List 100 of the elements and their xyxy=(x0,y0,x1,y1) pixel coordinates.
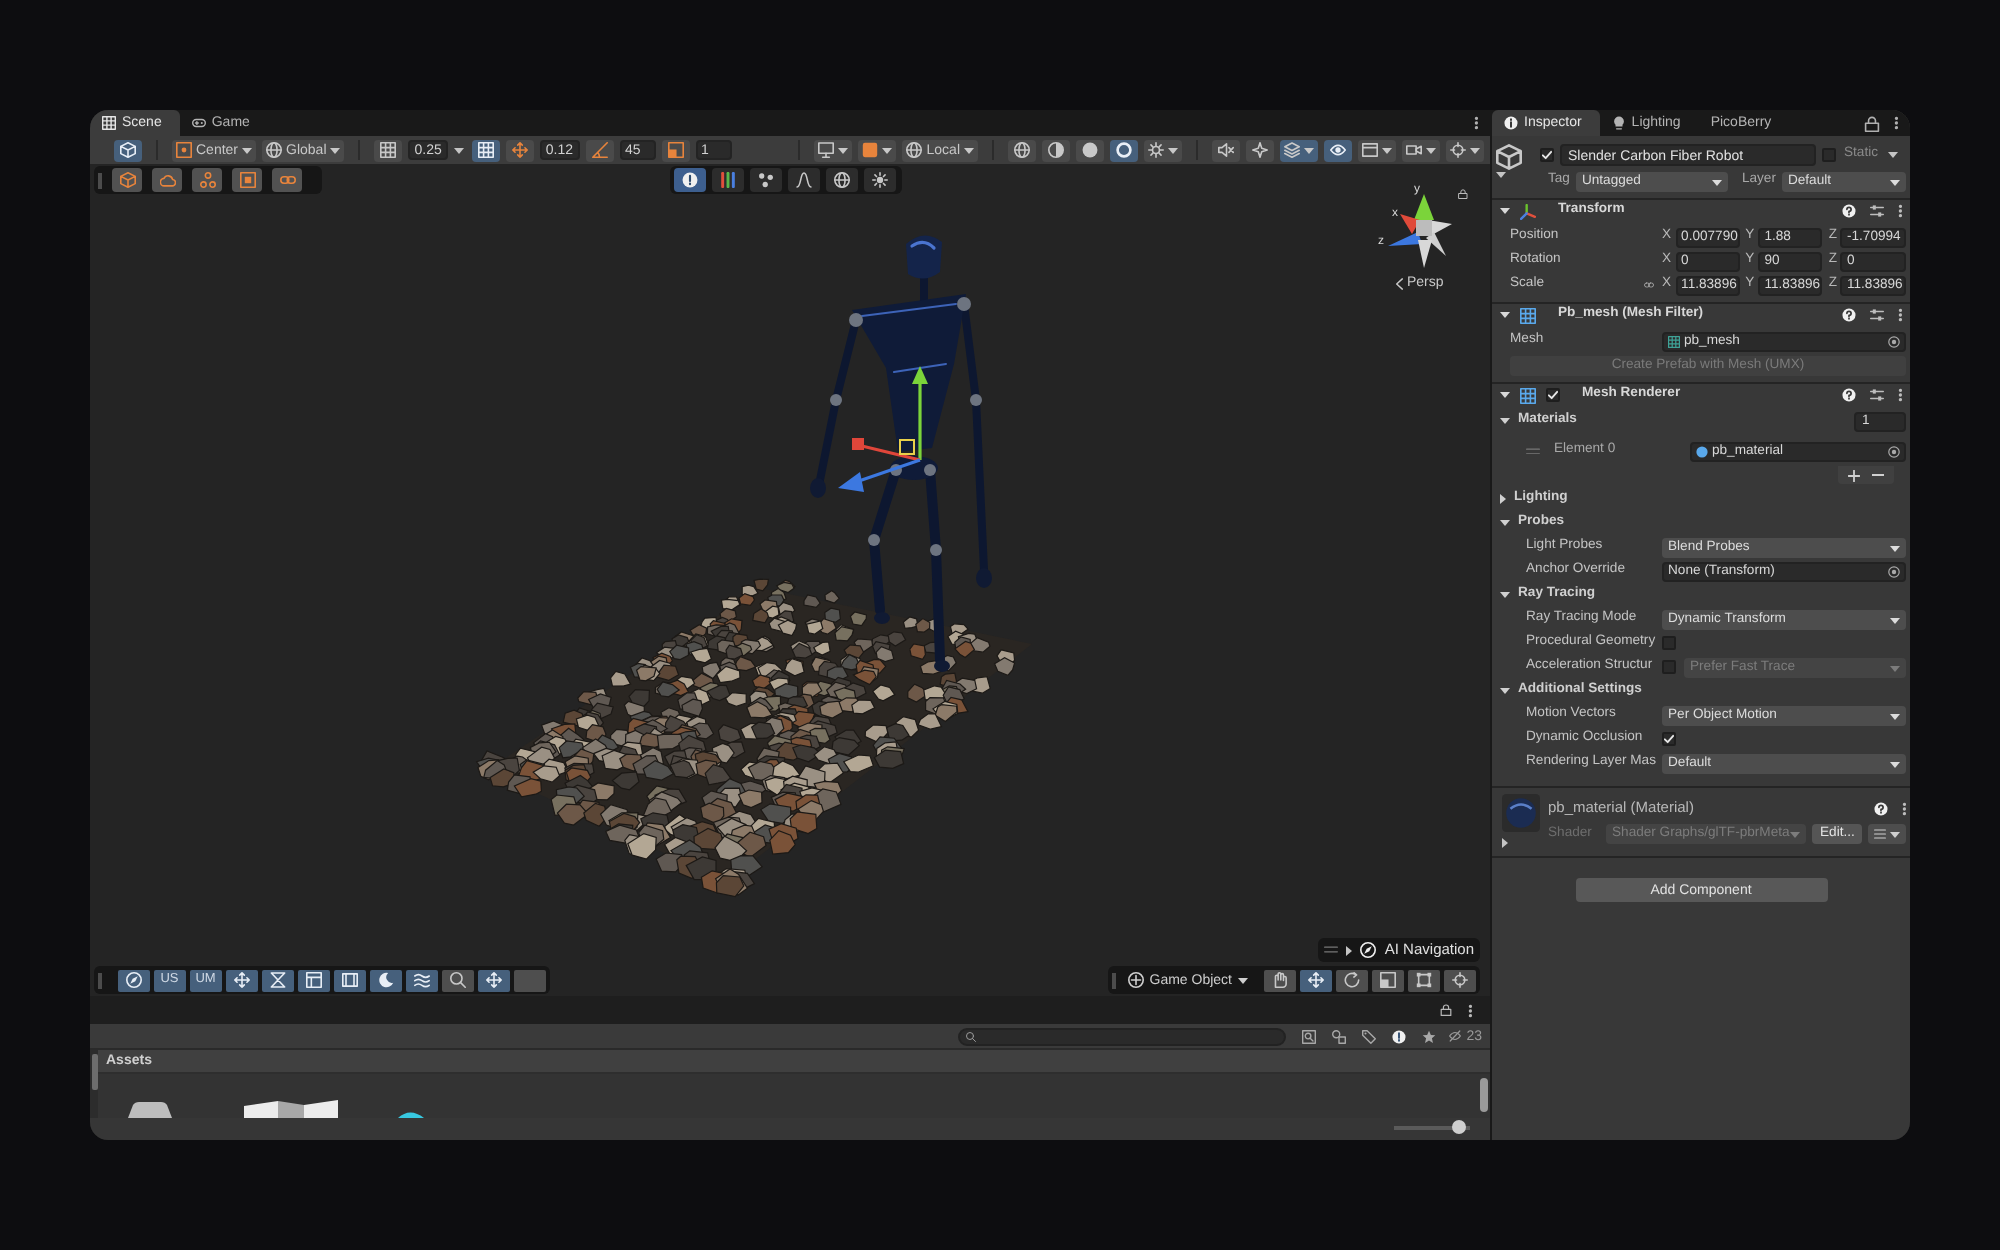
toolbar-button[interactable] xyxy=(1008,139,1036,161)
caret-icon[interactable] xyxy=(1496,172,1506,178)
checkbox[interactable] xyxy=(1822,148,1836,162)
kebab-menu-icon[interactable] xyxy=(1901,801,1906,815)
toolbar-button[interactable] xyxy=(864,168,896,192)
target-icon[interactable] xyxy=(1888,446,1900,458)
toolbar-button[interactable] xyxy=(1042,139,1070,161)
globe-icon xyxy=(906,142,923,158)
kebab-menu-icon[interactable] xyxy=(1897,204,1902,218)
toolbar-button[interactable] xyxy=(788,168,820,192)
toolbar-dropdown[interactable] xyxy=(1402,139,1440,161)
checkbox[interactable] xyxy=(1662,636,1676,650)
resize-icon xyxy=(667,142,683,158)
toolbar-dropdown[interactable] xyxy=(1446,139,1484,161)
toolbar-button[interactable] xyxy=(1324,139,1352,161)
orientation-gizmo-drawing[interactable] xyxy=(1388,194,1452,268)
toolbar-button[interactable] xyxy=(1246,139,1274,161)
checkbox[interactable] xyxy=(1662,660,1676,674)
sliders-icon[interactable] xyxy=(1869,308,1884,322)
toolbar-button[interactable] xyxy=(712,168,744,192)
toolbar-button[interactable] xyxy=(117,969,150,991)
caret-icon[interactable] xyxy=(1888,152,1898,158)
lock-icon[interactable] xyxy=(1439,1004,1452,1016)
checkbox[interactable] xyxy=(1546,388,1560,402)
lock-icon[interactable] xyxy=(1458,188,1468,200)
toolbar-button[interactable] xyxy=(1299,969,1332,991)
grid-icon xyxy=(1520,387,1536,403)
target-icon[interactable] xyxy=(1888,566,1900,578)
filter-button[interactable] xyxy=(1388,1026,1409,1046)
size-slider[interactable] xyxy=(1394,1120,1470,1134)
toolbar-button[interactable] xyxy=(1263,969,1296,991)
target-icon[interactable] xyxy=(1888,336,1900,348)
arrows-icon xyxy=(485,972,502,988)
toolbar-dropdown[interactable] xyxy=(1144,139,1182,161)
slider-thumb[interactable] xyxy=(1452,1120,1467,1134)
link-icon[interactable] xyxy=(1642,279,1656,290)
cube-icon xyxy=(119,172,135,188)
sliders-icon[interactable] xyxy=(1869,388,1884,402)
help-icon[interactable] xyxy=(1841,308,1856,322)
toolbar-button[interactable] xyxy=(369,969,402,991)
drag-handle-icon[interactable] xyxy=(1526,447,1540,455)
toolbar-button[interactable] xyxy=(826,168,858,192)
material-sphere-icon xyxy=(1502,794,1540,832)
sphere-icon xyxy=(1082,142,1098,158)
kebab-menu-icon[interactable] xyxy=(1893,116,1898,130)
asset-thumbnail[interactable] xyxy=(398,1112,424,1118)
help-icon[interactable] xyxy=(1841,388,1856,402)
remove-button[interactable] xyxy=(1870,468,1886,482)
sliders-icon[interactable] xyxy=(1869,204,1884,218)
lock-icon[interactable] xyxy=(1863,115,1880,131)
checkbox[interactable] xyxy=(1662,732,1676,746)
caret-icon xyxy=(242,147,253,153)
toolbar-button[interactable] xyxy=(1110,139,1138,161)
help-icon[interactable] xyxy=(1873,801,1888,815)
filter-button[interactable] xyxy=(1358,1026,1379,1046)
caret-icon xyxy=(1890,831,1901,837)
kebab-menu-icon[interactable] xyxy=(1897,388,1902,402)
toolbar-button[interactable] xyxy=(1371,969,1404,991)
toolbar-button[interactable] xyxy=(405,969,438,991)
toolbar-button[interactable] xyxy=(477,969,510,991)
filter-button[interactable] xyxy=(1328,1026,1349,1046)
toolbar-button[interactable] xyxy=(114,139,142,161)
toolbar-button[interactable] xyxy=(471,139,500,161)
toolbar-button[interactable] xyxy=(333,969,366,991)
caret-icon[interactable] xyxy=(1500,208,1510,214)
toolbar-button[interactable] xyxy=(1443,969,1476,991)
help-icon[interactable] xyxy=(1841,204,1856,218)
filter-button[interactable] xyxy=(1298,1026,1319,1046)
caret-icon[interactable] xyxy=(1500,392,1510,398)
toolbar-button[interactable] xyxy=(750,168,782,192)
scrollbar-thumb[interactable] xyxy=(92,1054,98,1090)
toolbar-button[interactable] xyxy=(297,969,330,991)
toolbar-button[interactable] xyxy=(1212,139,1240,161)
filter-button[interactable] xyxy=(1418,1026,1439,1046)
toolbar-dropdown[interactable] xyxy=(1280,139,1318,161)
caret-icon[interactable] xyxy=(1500,312,1510,318)
toolbar-dropdown[interactable] xyxy=(1358,139,1396,161)
add-button[interactable] xyxy=(1846,468,1862,482)
search-field[interactable] xyxy=(958,1027,1287,1045)
toolbar-dropdown[interactable] xyxy=(814,139,853,161)
toolbar-button[interactable] xyxy=(1335,969,1368,991)
kebab-menu-icon[interactable] xyxy=(1473,116,1478,130)
list-dropdown[interactable] xyxy=(1868,824,1907,844)
scrollbar-thumb[interactable] xyxy=(1480,1078,1488,1112)
kebab-menu-icon[interactable] xyxy=(1897,308,1902,322)
asset-thumbnail[interactable] xyxy=(244,1100,338,1118)
toolbar-button[interactable] xyxy=(441,969,474,991)
toolbar-button[interactable] xyxy=(261,969,294,991)
caret-icon[interactable] xyxy=(1502,838,1508,848)
checkbox[interactable] xyxy=(1540,148,1554,162)
toolbar-button[interactable] xyxy=(374,139,403,161)
toolbar-button[interactable] xyxy=(1407,969,1440,991)
kebab-menu-icon[interactable] xyxy=(1467,1003,1472,1017)
caret-icon[interactable] xyxy=(1346,945,1353,955)
asset-thumbnail[interactable] xyxy=(128,1102,172,1118)
check-icon xyxy=(1664,734,1674,744)
toolbar-button[interactable] xyxy=(225,969,258,991)
toolbar-button[interactable] xyxy=(674,168,706,192)
toolbar-dropdown[interactable] xyxy=(858,139,897,161)
toolbar-button[interactable] xyxy=(1076,139,1104,161)
